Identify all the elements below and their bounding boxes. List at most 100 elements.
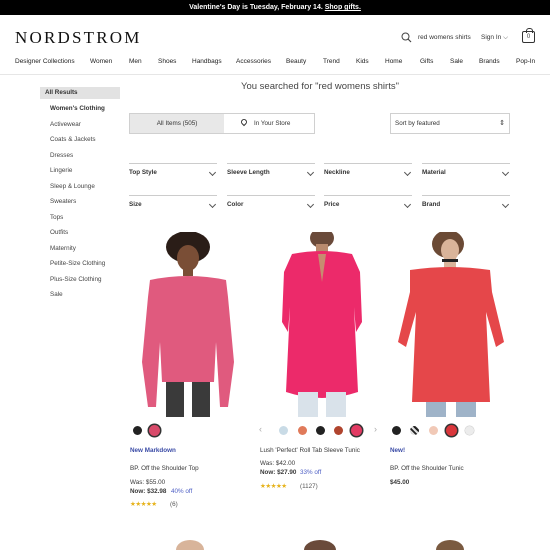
product-image-off-shoulder-tunic[interactable] [392, 232, 512, 417]
product-was-price: Was: $42.00 [260, 460, 296, 467]
sidebar-item-petite-size[interactable]: Petite-Size Clothing [50, 260, 105, 267]
review-count[interactable]: (1127) [300, 483, 318, 490]
location-pin-icon [239, 117, 249, 127]
sidebar-item-plus-size[interactable]: Plus-Size Clothing [50, 276, 101, 283]
swatch-print[interactable] [410, 426, 419, 435]
product-image-next-row[interactable] [160, 536, 220, 550]
nav-divider [0, 74, 550, 75]
swatch-rust[interactable] [334, 426, 343, 435]
search-input[interactable]: red womens shirts [418, 31, 471, 45]
filter-label: Material [422, 169, 446, 176]
swatch-light-blue[interactable] [279, 426, 288, 435]
sidebar-item-coats-jackets[interactable]: Coats & Jackets [50, 136, 96, 143]
swatch-black[interactable] [392, 426, 401, 435]
filter-label: Sleeve Length [227, 169, 270, 176]
product-badge: New Markdown [130, 447, 176, 454]
product-name[interactable]: BP. Off the Shoulder Top [130, 465, 199, 472]
nav-accessories[interactable]: Accessories [236, 58, 271, 65]
review-count[interactable]: (6) [170, 501, 178, 508]
product-price: $45.00 [390, 479, 410, 486]
sidebar-item-dresses[interactable]: Dresses [50, 152, 73, 159]
search-icon[interactable] [401, 32, 412, 43]
nav-designer-collections[interactable]: Designer Collections [15, 58, 75, 65]
chevron-down-icon: ⌵ [503, 34, 508, 41]
sidebar-item-sweaters[interactable]: Sweaters [50, 198, 76, 205]
chevron-down-icon [501, 168, 510, 177]
filter-top-style[interactable]: Top Style [129, 163, 217, 180]
chevron-down-icon [208, 200, 217, 209]
filter-label: Size [129, 201, 142, 208]
nav-home[interactable]: Home [385, 58, 402, 65]
swatch-pink-selected[interactable] [149, 425, 160, 436]
nav-sale[interactable]: Sale [450, 58, 463, 65]
chevron-left-icon[interactable]: ‹ [259, 424, 262, 434]
product-badge: New! [390, 447, 406, 454]
product-now-price: Now: $27.90 [260, 469, 297, 476]
swatch-coral[interactable] [298, 426, 307, 435]
sidebar-item-outfits[interactable]: Outfits [50, 229, 68, 236]
tab-all-items[interactable]: All Items (505) [130, 114, 224, 133]
nav-kids[interactable]: Kids [356, 58, 369, 65]
product-image-next-row[interactable] [420, 536, 480, 550]
filter-neckline[interactable]: Neckline [324, 163, 412, 180]
chevron-down-icon [403, 200, 412, 209]
nav-handbags[interactable]: Handbags [192, 58, 222, 65]
tab-in-store-label: In Your Store [254, 120, 291, 127]
product-image-next-row[interactable] [290, 536, 350, 550]
main-nav: Designer Collections Women Men Shoes Han… [0, 58, 550, 68]
chevron-down-icon [306, 200, 315, 209]
product-image-roll-tab-tunic[interactable] [262, 232, 382, 417]
filter-color[interactable]: Color [227, 195, 315, 212]
chevron-down-icon [501, 200, 510, 209]
nav-pop-in[interactable]: Pop-In [516, 58, 535, 65]
sidebar-item-tops[interactable]: Tops [50, 214, 63, 221]
chevron-right-icon[interactable]: › [374, 424, 377, 434]
swatch-pink-selected[interactable] [351, 425, 362, 436]
chevron-down-icon [306, 168, 315, 177]
bag-count: 0 [526, 34, 531, 40]
sidebar-item-activewear[interactable]: Activewear [50, 121, 81, 128]
promo-banner: Valentine's Day is Tuesday, February 14.… [0, 0, 550, 15]
swatch-blush[interactable] [429, 426, 438, 435]
swatch-black[interactable] [133, 426, 142, 435]
tab-in-your-store[interactable]: In Your Store [224, 114, 314, 133]
filter-label: Top Style [129, 169, 157, 176]
nav-beauty[interactable]: Beauty [286, 58, 306, 65]
sign-in-link[interactable]: Sign In ⌵ [481, 31, 508, 45]
search-results-heading: You searched for "red womens shirts" [241, 81, 399, 92]
filter-label: Brand [422, 201, 441, 208]
sidebar-item-sale[interactable]: Sale [50, 291, 63, 298]
nav-women[interactable]: Women [90, 58, 112, 65]
chevron-down-icon [403, 168, 412, 177]
nav-trend[interactable]: Trend [323, 58, 340, 65]
nav-men[interactable]: Men [129, 58, 142, 65]
filter-price[interactable]: Price [324, 195, 412, 212]
filter-brand[interactable]: Brand [422, 195, 510, 212]
filter-label: Neckline [324, 169, 350, 176]
swatch-white[interactable] [465, 426, 474, 435]
nordstrom-logo[interactable]: NORDSTROM [15, 28, 142, 48]
swatch-black[interactable] [316, 426, 325, 435]
nav-brands[interactable]: Brands [479, 58, 500, 65]
filter-sleeve-length[interactable]: Sleeve Length [227, 163, 315, 180]
search-bar[interactable]: red womens shirts [401, 31, 473, 45]
shopping-bag-icon[interactable]: 0 [522, 28, 535, 43]
product-name[interactable]: Lush 'Perfect' Roll Tab Sleeve Tunic [260, 447, 360, 454]
sidebar-all-results[interactable]: All Results [40, 87, 120, 99]
filter-size[interactable]: Size [129, 195, 217, 212]
shop-gifts-link[interactable]: Shop gifts. [325, 4, 361, 11]
product-name[interactable]: BP. Off the Shoulder Tunic [390, 465, 464, 472]
product-now-price: Now: $32.98 [130, 488, 167, 495]
sidebar-item-maternity[interactable]: Maternity [50, 245, 76, 252]
sort-dropdown[interactable]: Sort by featured ⇕ [390, 113, 510, 134]
filter-material[interactable]: Material [422, 163, 510, 180]
sidebar-item-lingerie[interactable]: Lingerie [50, 167, 72, 174]
sidebar-item-sleep-lounge[interactable]: Sleep & Lounge [50, 183, 95, 190]
nav-gifts[interactable]: Gifts [420, 58, 433, 65]
chevron-down-icon [208, 168, 217, 177]
product-image-off-shoulder-top[interactable] [128, 232, 248, 417]
nav-shoes[interactable]: Shoes [158, 58, 176, 65]
swatch-red-selected[interactable] [446, 425, 457, 436]
sidebar-item-womens-clothing[interactable]: Women's Clothing [50, 105, 105, 112]
filter-label: Price [324, 201, 340, 208]
